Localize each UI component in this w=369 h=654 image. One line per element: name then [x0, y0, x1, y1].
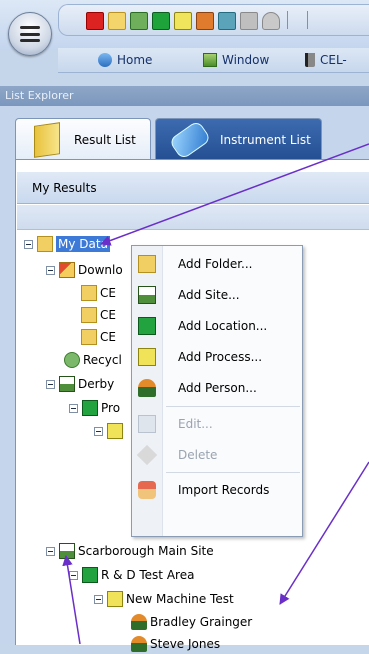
arrow-to-my-data — [100, 143, 369, 246]
annotation-arrows — [62, 143, 369, 644]
arrow-to-person — [279, 461, 369, 605]
arrow-to-site — [62, 554, 81, 644]
